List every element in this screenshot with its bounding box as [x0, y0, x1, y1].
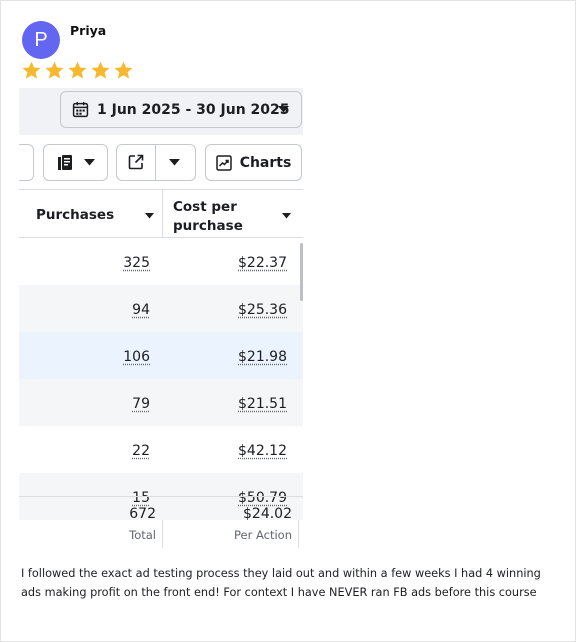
column-header-purchases[interactable]: Purchases	[36, 207, 114, 254]
cost-per-purchase-cell[interactable]: $25.36	[238, 302, 287, 318]
column-header-cost-per-purchase[interactable]: Cost per purchase	[173, 198, 273, 245]
ads-manager-screenshot: 1 Jun 2025 - 30 Jun 2025 Charts 325 $22.…	[19, 88, 303, 548]
calendar-icon	[72, 102, 89, 118]
date-bar: 1 Jun 2025 - 30 Jun 2025	[19, 88, 303, 135]
table-row[interactable]: 22 $42.12	[19, 426, 303, 473]
review-text: I followed the exact ad testing process …	[21, 567, 541, 599]
export-button[interactable]	[116, 144, 196, 181]
purchases-cell[interactable]: 15	[132, 490, 150, 506]
toolbar-button-partial[interactable]	[19, 144, 34, 181]
scrollbar[interactable]	[300, 243, 303, 301]
star-icon	[22, 61, 41, 79]
table-row[interactable]: 79 $21.51	[19, 379, 303, 426]
column-divider	[162, 190, 163, 237]
reports-button[interactable]	[43, 144, 108, 181]
button-divider	[155, 145, 156, 180]
total-purchases: 672	[129, 506, 156, 522]
avatar: P	[22, 21, 60, 59]
totals-divider	[19, 496, 303, 497]
cost-per-purchase-cell[interactable]: $50.79	[238, 490, 287, 506]
purchases-cell[interactable]: 325	[123, 255, 150, 271]
reports-icon	[57, 155, 72, 170]
cost-per-purchase-cell[interactable]: $21.51	[238, 396, 287, 412]
review-card: P Priya 1 Jun 2025 - 30 Jun 2025 Charts …	[0, 0, 576, 642]
total-cost-per-purchase: $24.02	[243, 506, 292, 522]
cost-per-purchase-cell[interactable]: $42.12	[238, 443, 287, 459]
purchases-cell[interactable]: 106	[123, 349, 150, 365]
table-row[interactable]: 106 $21.98	[19, 332, 303, 379]
chevron-down-icon[interactable]	[169, 159, 180, 166]
date-range-label: 1 Jun 2025 - 30 Jun 2025	[97, 101, 290, 118]
star-icon	[91, 61, 110, 79]
export-icon	[128, 154, 144, 170]
chart-icon	[215, 154, 232, 171]
star-rating	[21, 60, 134, 81]
sort-chevron-icon[interactable]	[145, 213, 154, 219]
star-icon	[45, 61, 64, 79]
purchases-cell[interactable]: 94	[132, 302, 150, 318]
cost-per-purchase-cell[interactable]: $22.37	[238, 255, 287, 271]
purchases-cell[interactable]: 79	[132, 396, 150, 412]
chevron-down-icon	[278, 106, 289, 113]
report-toolbar: Charts	[19, 144, 303, 182]
table-row[interactable]: 94 $25.36	[19, 285, 303, 332]
charts-button[interactable]: Charts	[205, 144, 302, 181]
charts-label: Charts	[239, 154, 292, 171]
reviewer-name: Priya	[70, 23, 107, 38]
table-header: Purchases Cost per purchase	[19, 189, 303, 238]
cost-per-purchase-cell[interactable]: $21.98	[238, 349, 287, 365]
total-cost-label: Per Action	[234, 528, 292, 542]
total-purchases-label: Total	[129, 528, 156, 542]
date-range-picker[interactable]: 1 Jun 2025 - 30 Jun 2025	[60, 91, 302, 128]
purchases-cell[interactable]: 22	[132, 443, 150, 459]
star-icon	[114, 61, 133, 79]
sort-chevron-icon[interactable]	[282, 213, 291, 219]
chevron-down-icon	[83, 159, 95, 166]
star-icon	[68, 61, 87, 79]
